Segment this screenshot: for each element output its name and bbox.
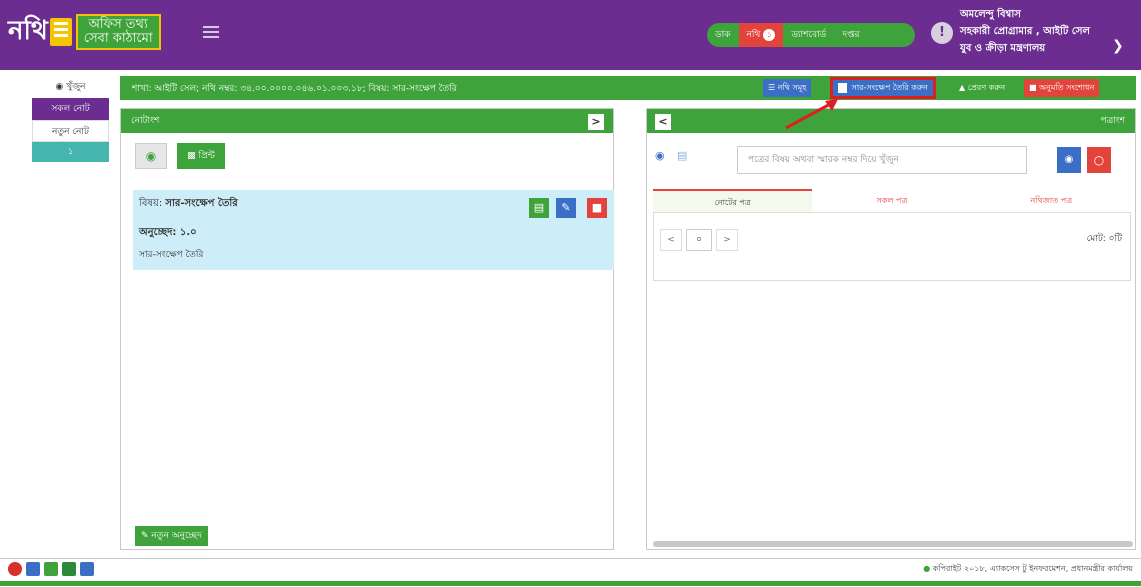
partner-logo-icon (26, 562, 40, 576)
lock-icon: ■ (1029, 83, 1037, 92)
send-label: প্রেরণ করুন (967, 83, 1006, 92)
hamburger-menu-icon[interactable] (203, 26, 219, 38)
note-subject-label: বিষয়: (139, 198, 163, 209)
pager: < ০ > (660, 229, 738, 251)
permission-edit-button[interactable]: ■ অনুমতি সংশোধন (1024, 79, 1100, 97)
page-input[interactable]: ০ (686, 229, 712, 251)
nav-nothi[interactable]: নথি ১ (738, 23, 784, 47)
attachment-icon[interactable]: ▤ (529, 198, 549, 218)
copy-icon[interactable]: ▤ (677, 149, 687, 162)
main-nav: ডাক নথি ১ ড্যাশবোর্ড দপ্তর (707, 23, 915, 47)
send-button[interactable]: ▲ প্রেরণ করুন (954, 79, 1010, 97)
letter-panel: < পত্রাংশ ◉ ▤ পত্রের বিষয় অথবা স্মারক ন… (646, 108, 1136, 550)
nothi-list-button[interactable]: ☰ নথি সমূহ (763, 79, 812, 97)
user-role: সহকারী প্রোগ্রামার , আইটি সেল (960, 26, 1090, 37)
letter-panel-title: পত্রাংশ (1100, 116, 1125, 126)
note-panel-header: নোটাংশ > (121, 109, 613, 133)
note-subject-value: সার-সংক্ষেপ তৈরি (165, 198, 238, 209)
horizontal-scrollbar[interactable] (653, 541, 1133, 547)
prev-page-button[interactable]: < (660, 229, 682, 251)
eye-icon[interactable]: ◉ (135, 143, 167, 169)
top-header: নথি অফিস তথ্য সেবা কাঠামো ডাক নথি ১ ড্যা… (0, 0, 1141, 70)
expand-right-button[interactable]: > (588, 114, 604, 130)
letter-search-input[interactable]: পত্রের বিষয় অথবা স্মারক নম্বর দিয়ে খুঁ… (737, 146, 1027, 174)
govt-seal-icon (8, 562, 22, 576)
list-icon: ☰ (768, 83, 776, 92)
note-panel-title: নোটাংশ (131, 116, 160, 126)
create-summary-button[interactable]: সার-সংক্ষেপ তৈরি করুন (830, 77, 936, 99)
chevron-down-icon[interactable]: ❯ (1112, 38, 1124, 54)
sidebar-search[interactable]: ◉ খুঁজুন (32, 76, 109, 98)
sidebar-search-label: খুঁজুন (66, 82, 86, 92)
delete-trash-icon[interactable]: ■ (587, 198, 607, 218)
next-page-button[interactable]: > (716, 229, 738, 251)
permission-edit-label: অনুমতি সংশোধন (1039, 83, 1095, 92)
print-icon: ▩ (187, 151, 196, 161)
new-paragraph-button[interactable]: ✎ নতুন অনুচ্ছেদ (135, 526, 208, 546)
nothi-logo[interactable]: নথি অফিস তথ্য সেবা কাঠামো (8, 10, 161, 54)
tab-note-letters[interactable]: নোটের পত্র (653, 189, 813, 212)
tab-filed-letters[interactable]: নথিজাত পত্র (972, 189, 1131, 212)
footer-logos (8, 562, 94, 576)
nav-office[interactable]: দপ্তর (834, 23, 867, 47)
note-panel: নোটাংশ > ◉ ▩ প্রিন্ট বিষয়: সার-সংক্ষেপ … (120, 108, 614, 550)
letter-tab-content: < ০ > মোট: ০টি (653, 213, 1131, 281)
logo-nothi-text: নথি (8, 16, 48, 46)
document-icon (838, 82, 847, 93)
note-sidebar: ◉ খুঁজুন সকল নোট নতুন নোট ১ (32, 76, 109, 162)
send-icon: ▲ (959, 83, 966, 92)
print-button[interactable]: ▩ প্রিন্ট (177, 143, 225, 169)
letter-tabs: নোটের পত্র সকল পত্র নথিজাত পত্র (653, 189, 1131, 213)
copyright-label: কপিরাইট ২০১৮, এ্যাকসেস টু ইনফরমেশন, প্রধ… (932, 564, 1133, 573)
binoculars-search-button[interactable]: ◉ (1057, 147, 1081, 173)
letter-panel-header: < পত্রাংশ (647, 109, 1135, 133)
note-body-text: সার-সংক্ষেপ তৈরি (139, 250, 204, 260)
partner-logo-icon-4 (80, 562, 94, 576)
edit-pencil-icon[interactable]: ✎ (556, 198, 576, 218)
logo-line-2: সেবা কাঠামো (83, 31, 153, 46)
partner-logo-icon-3 (62, 562, 76, 576)
sidebar-item-all-notes[interactable]: সকল নোট (32, 98, 109, 120)
nav-dak[interactable]: ডাক (707, 23, 739, 47)
edit-icon: ✎ (141, 531, 149, 541)
expand-left-button[interactable]: < (655, 114, 671, 130)
copyright-text: ● কপিরাইট ২০১৮, এ্যাকসেস টু ইনফরমেশন, প্… (923, 563, 1133, 576)
note-paragraph-number: অনুচ্ছেদ: ১.০ (139, 227, 197, 238)
nav-nothi-label: নথি (746, 30, 761, 40)
user-office: যুব ও ক্রীড়া মন্ত্রণালয় (960, 43, 1046, 54)
reset-circle-button[interactable]: ○ (1087, 147, 1111, 173)
partner-logo-icon-2 (44, 562, 58, 576)
document-icon (49, 18, 72, 46)
nav-dashboard[interactable]: ড্যাশবোর্ড (783, 23, 834, 47)
note-card[interactable]: বিষয়: সার-সংক্ষেপ তৈরি অনুচ্ছেদ: ১.০ সা… (133, 190, 614, 270)
nothi-list-label: নথি সমূহ (777, 83, 807, 92)
nothi-info-bar: শাখা: আইটি সেল; নথি নম্বর: ৩৪.০০.০০০০.০৪… (120, 76, 1136, 100)
tab-all-letters[interactable]: সকল পত্র (812, 189, 971, 212)
sidebar-item-note-1[interactable]: ১ (32, 142, 109, 162)
eye-icon[interactable]: ◉ (655, 149, 665, 162)
logo-tagline: অফিস তথ্য সেবা কাঠামো (75, 14, 161, 50)
nothi-info-text: শাখা: আইটি সেল; নথি নম্বর: ৩৪.০০.০০০০.০৪… (132, 84, 457, 94)
nothi-count-badge: ১ (763, 29, 776, 41)
footer: ● কপিরাইট ২০১৮, এ্যাকসেস টু ইনফরমেশন, প্… (0, 558, 1141, 587)
user-name: অমলেন্দু বিশ্বাস (960, 9, 1021, 20)
create-summary-label: সার-সংক্ষেপ তৈরি করুন (851, 83, 928, 92)
notification-bulb-icon[interactable]: ! (931, 22, 953, 44)
new-paragraph-label: নতুন অনুচ্ছেদ (151, 531, 202, 541)
footer-bar (0, 581, 1141, 586)
letter-total-count: মোট: ০টি (1086, 234, 1122, 244)
sidebar-item-new-note[interactable]: নতুন নোট (32, 120, 109, 142)
print-label: প্রিন্ট (198, 151, 215, 161)
user-info[interactable]: অমলেন্দু বিশ্বাস সহকারী প্রোগ্রামার , আই… (960, 6, 1090, 57)
logo-line-1: অফিস তথ্য (88, 17, 148, 32)
a2i-logo-icon: ● (923, 564, 931, 573)
binoculars-icon: ◉ (55, 82, 64, 92)
